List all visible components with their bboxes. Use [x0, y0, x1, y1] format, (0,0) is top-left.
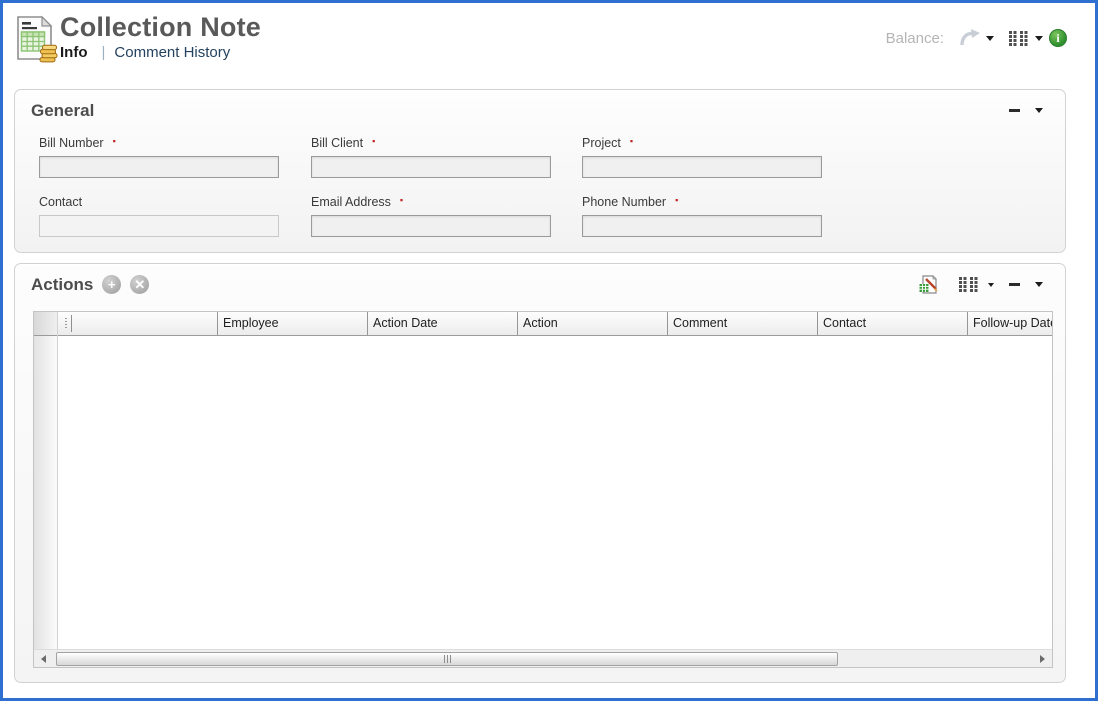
grid-columns-caret[interactable]: [988, 283, 994, 287]
column-divider: [71, 315, 72, 332]
actions-grid: Employee Action Date Action Comment Cont…: [33, 311, 1053, 668]
bill-client-label: Bill Client: [311, 136, 363, 150]
email-address-label: Email Address: [311, 195, 391, 209]
page-title: Collection Note: [60, 12, 261, 43]
project-label: Project: [582, 136, 621, 150]
phone-number-label: Phone Number: [582, 195, 666, 209]
row-selector-header: [34, 312, 57, 336]
bill-client-input[interactable]: [311, 156, 551, 178]
bill-number-input[interactable]: [39, 156, 279, 178]
grid-column-comment[interactable]: Comment: [667, 312, 817, 335]
required-marker: ▪: [113, 136, 116, 146]
required-marker: ▪: [630, 136, 633, 146]
grid-column-employee[interactable]: Employee: [217, 312, 367, 335]
title-block: Collection Note Info | Comment History: [60, 12, 261, 61]
field-email-address: Email Address ▪: [311, 195, 582, 237]
general-section-header: General: [15, 90, 1065, 122]
tab-bar: Info | Comment History: [60, 44, 261, 61]
contact-label: Contact: [39, 195, 82, 209]
actions-section-title: Actions: [31, 275, 93, 295]
actions-section-header: Actions + ✕: [15, 264, 1065, 296]
required-marker: ▪: [675, 195, 678, 205]
actions-section: Actions + ✕: [14, 263, 1066, 683]
required-marker: ▪: [400, 195, 403, 205]
scrollbar-track[interactable]: [54, 651, 1032, 666]
thumb-grip-icon: [447, 655, 448, 663]
grid-columns-button[interactable]: [958, 276, 981, 293]
field-contact: Contact: [39, 195, 311, 237]
general-section-title: General: [31, 101, 94, 121]
columns-icon: [958, 276, 981, 293]
collapse-icon[interactable]: [1009, 283, 1020, 286]
scrollbar-thumb[interactable]: [56, 652, 838, 666]
horizontal-scrollbar[interactable]: [34, 649, 1052, 667]
tab-comment-history[interactable]: Comment History: [114, 44, 230, 61]
bill-number-label: Bill Number: [39, 136, 104, 150]
scroll-left-arrow-icon[interactable]: [41, 655, 46, 663]
grid-column-drag[interactable]: [58, 312, 217, 335]
grid-column-action-date[interactable]: Action Date: [367, 312, 517, 335]
grid-column-contact[interactable]: Contact: [817, 312, 967, 335]
field-bill-number: Bill Number ▪: [39, 136, 311, 178]
collection-note-window: Collection Note Info | Comment History B…: [0, 0, 1098, 701]
collection-note-icon: [13, 15, 59, 64]
tab-separator: |: [102, 44, 106, 61]
balance-history-button[interactable]: [958, 28, 982, 48]
drag-grip-icon: [65, 318, 67, 329]
balance-label: Balance:: [886, 30, 944, 47]
field-project: Project ▪: [582, 136, 854, 178]
contact-input: [39, 215, 279, 237]
required-marker: ▪: [372, 136, 375, 146]
grid-body-empty: [58, 336, 1052, 649]
balance-dropdown-caret[interactable]: [986, 36, 994, 41]
thumb-grip-icon: [450, 655, 451, 663]
grid-column-follow-up-date[interactable]: Follow-up Date: [967, 312, 1052, 335]
scroll-right-arrow-icon[interactable]: [1040, 655, 1045, 663]
delete-action-button[interactable]: ✕: [130, 275, 149, 294]
general-section: General Bill Number ▪ Bill Client ▪ Projec…: [14, 89, 1066, 253]
columns-icon: [1008, 30, 1031, 47]
section-menu-caret[interactable]: [1035, 282, 1043, 287]
export-excel-button[interactable]: [918, 275, 939, 295]
section-menu-caret[interactable]: [1035, 108, 1043, 113]
excel-export-icon: [918, 275, 939, 295]
email-address-input[interactable]: [311, 215, 551, 237]
field-bill-client: Bill Client ▪: [311, 136, 582, 178]
phone-number-input[interactable]: [582, 215, 822, 237]
columns-chooser-button[interactable]: [1008, 30, 1031, 47]
columns-dropdown-caret[interactable]: [1035, 36, 1043, 41]
project-input[interactable]: [582, 156, 822, 178]
general-fields: Bill Number ▪ Bill Client ▪ Project ▪ Conta…: [15, 122, 1065, 237]
collapse-icon[interactable]: [1009, 109, 1020, 112]
page-header: Collection Note Info | Comment History B…: [13, 12, 1075, 78]
grid-column-action[interactable]: Action: [517, 312, 667, 335]
add-action-button[interactable]: +: [102, 275, 121, 294]
tab-info[interactable]: Info: [60, 44, 88, 61]
info-icon[interactable]: i: [1049, 29, 1067, 47]
row-selector-strip: [34, 312, 58, 649]
curved-arrow-icon: [958, 28, 982, 48]
grid-header-row: Employee Action Date Action Comment Cont…: [58, 312, 1052, 336]
field-phone-number: Phone Number ▪: [582, 195, 854, 237]
thumb-grip-icon: [444, 655, 445, 663]
header-toolbar: Balance: i: [886, 28, 1067, 48]
